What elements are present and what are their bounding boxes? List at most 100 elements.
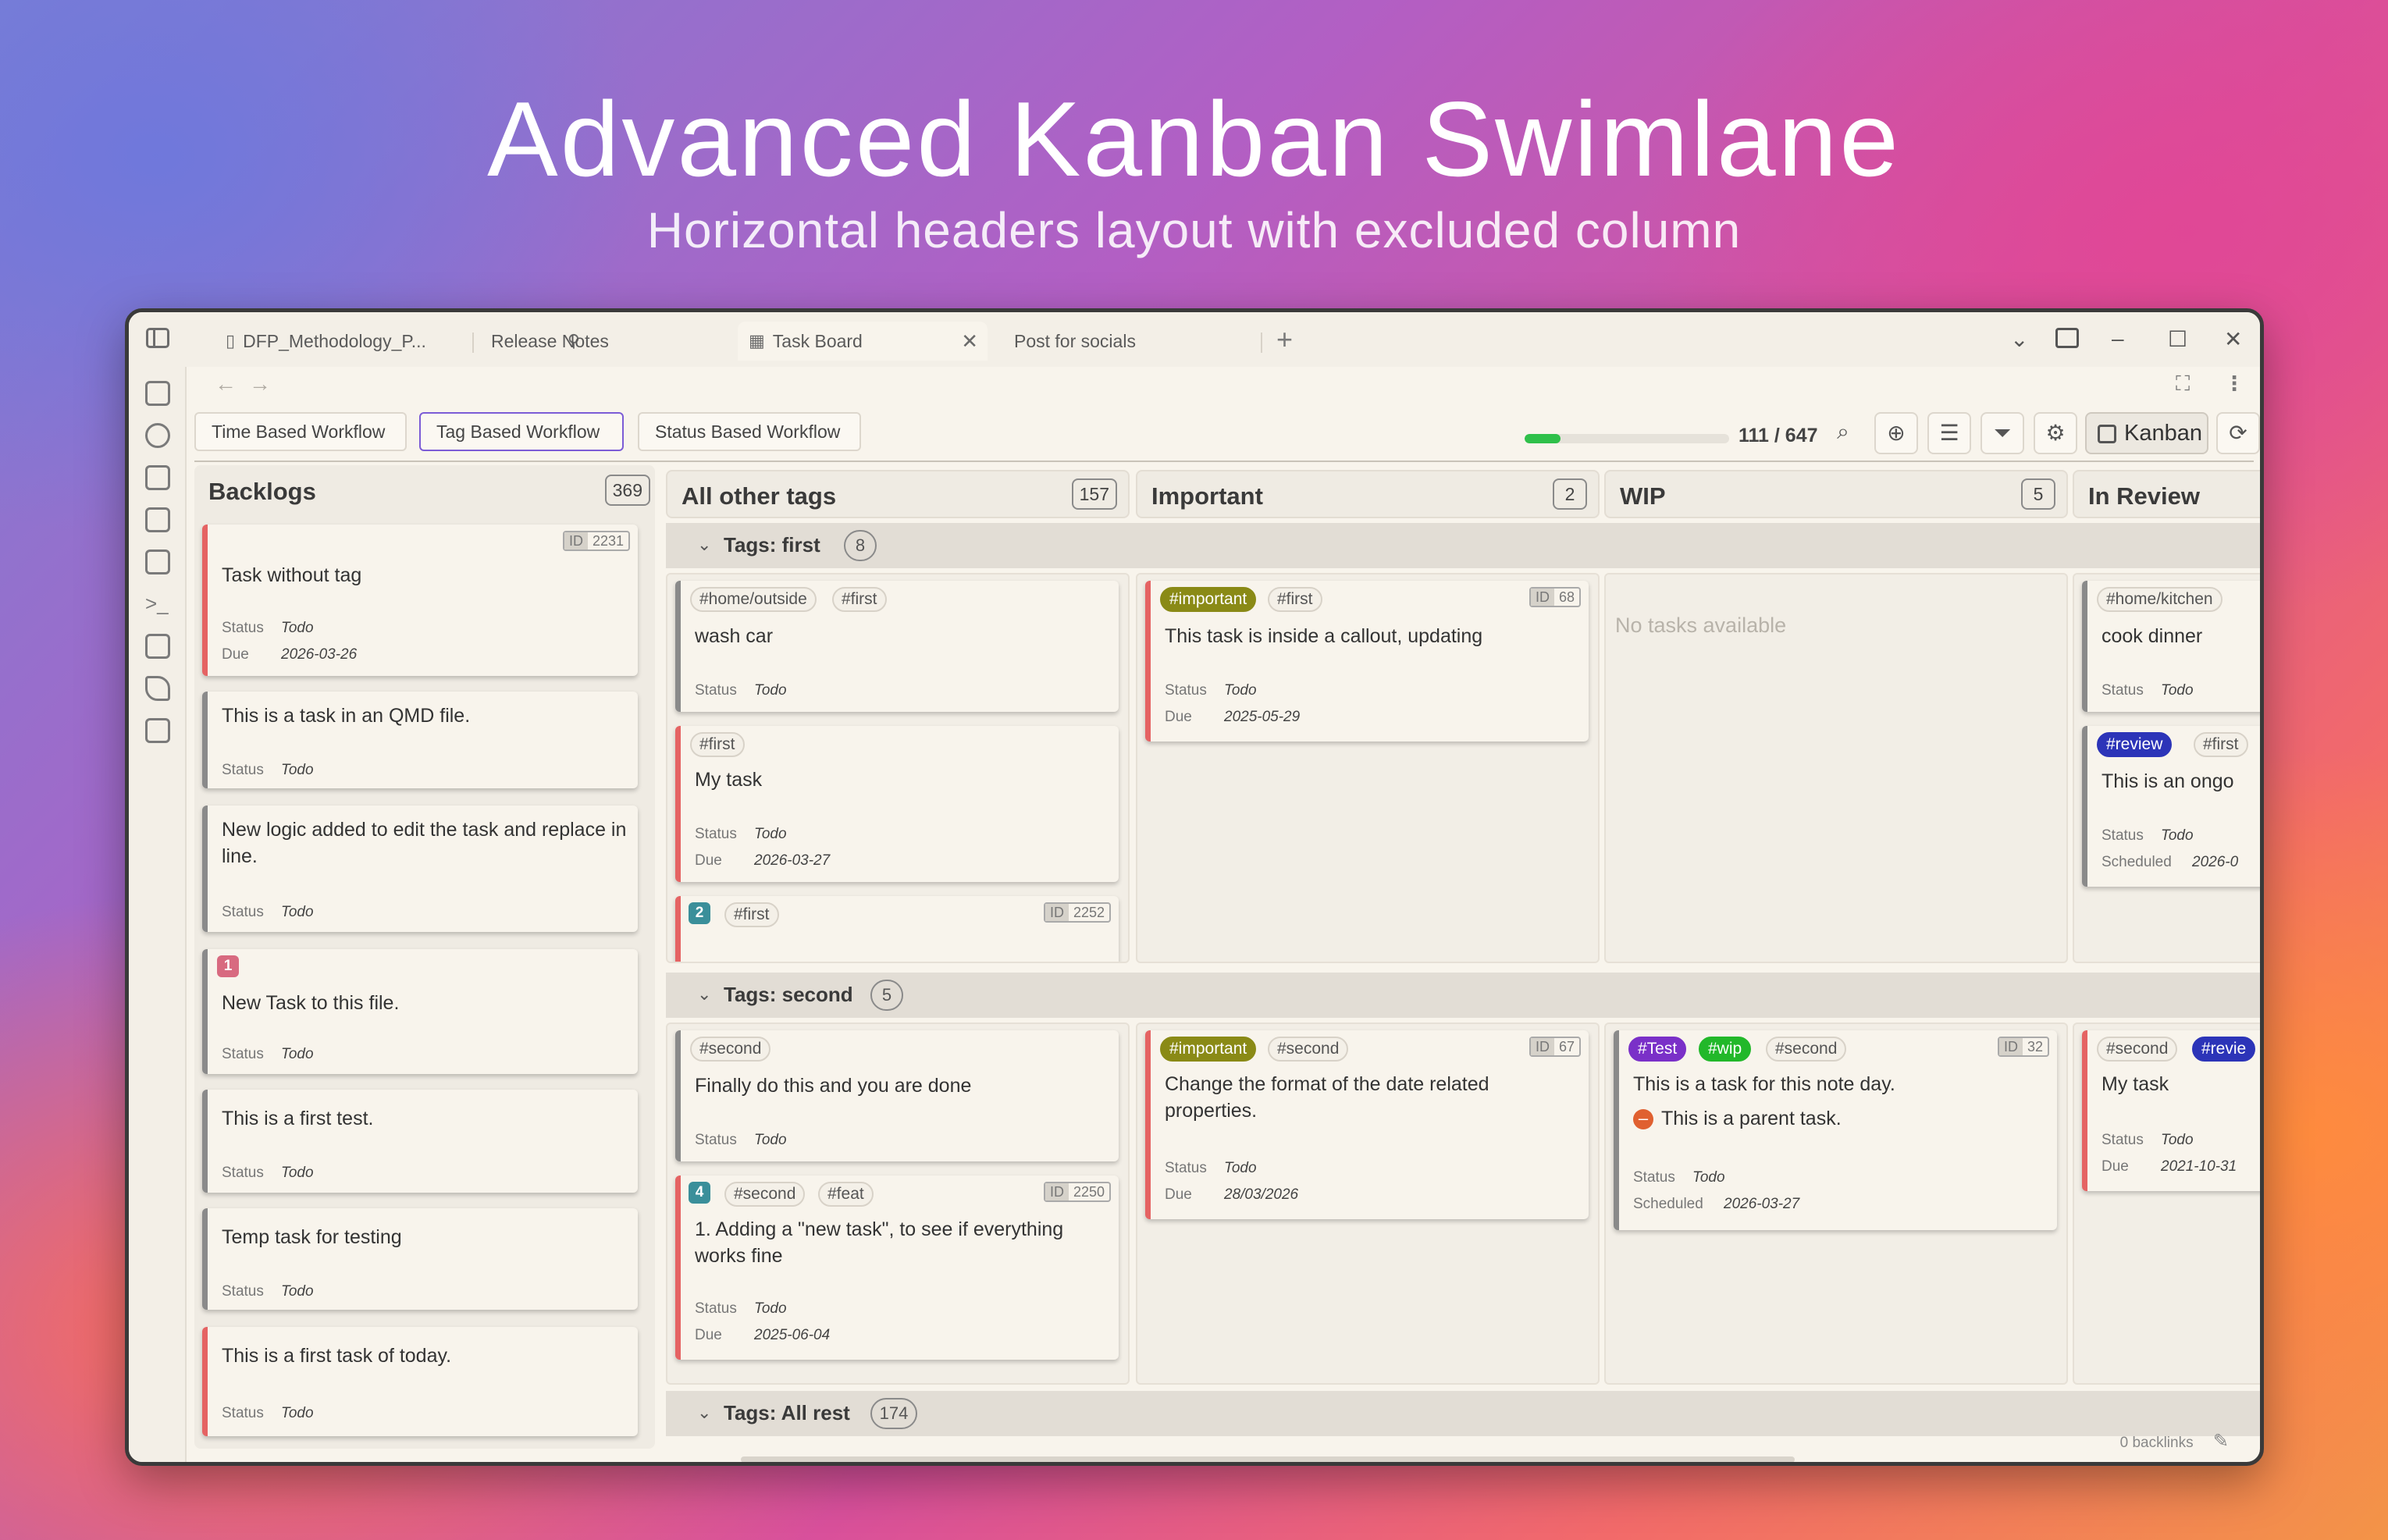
- maximize-icon[interactable]: ☐: [2168, 326, 2187, 352]
- task-status: Status Todo: [695, 1132, 787, 1148]
- task-card[interactable]: 1 New Task to this file. Status Todo: [202, 949, 638, 1074]
- tag-chip[interactable]: #revie: [2192, 1037, 2256, 1062]
- task-title: New Task to this file.: [222, 992, 400, 1014]
- settings-icon[interactable]: ⚙: [2034, 412, 2077, 454]
- forward-arrow-icon[interactable]: →: [249, 372, 271, 397]
- tag-chip[interactable]: #home/kitchen: [2097, 587, 2223, 612]
- task-status: Status Todo: [2102, 682, 2194, 699]
- tag-chip[interactable]: #Test: [1628, 1037, 1687, 1062]
- edit-icon[interactable]: ✎: [2213, 1431, 2229, 1452]
- list-icon[interactable]: [145, 634, 170, 659]
- tag-chip[interactable]: #important: [1160, 1037, 1257, 1062]
- task-card[interactable]: #home/outside #first wash car Status Todo: [675, 581, 1119, 712]
- close-icon[interactable]: ✕: [961, 329, 978, 354]
- table-icon[interactable]: [145, 718, 170, 743]
- task-card[interactable]: #first My task Status Todo Due 2026-03-27: [675, 726, 1119, 882]
- time-based-workflow-button[interactable]: Time Based Workflow: [194, 412, 407, 451]
- tag-chip[interactable]: #first: [832, 587, 887, 612]
- tag-chip[interactable]: #important: [1160, 587, 1257, 612]
- new-tab-icon[interactable]: +: [1276, 323, 1293, 356]
- progress-count: 111 / 647: [1739, 425, 1818, 446]
- priority-badge: 4: [689, 1182, 710, 1204]
- tag-chip[interactable]: #wip: [1699, 1037, 1752, 1062]
- tag-chip[interactable]: #second: [1268, 1037, 1349, 1062]
- task-card[interactable]: This is a task in an QMD file. Status Tod…: [202, 692, 638, 788]
- column-header-in-review: In Review: [2073, 470, 2260, 518]
- swimlane-header-second[interactable]: ⌄ Tags: second 5: [666, 973, 2260, 1018]
- task-status: Status Todo: [1165, 682, 1257, 699]
- lane-count-badge: 8: [844, 530, 877, 561]
- add-task-icon[interactable]: ⊕: [1874, 412, 1918, 454]
- task-status: Status Todo: [2102, 827, 2194, 844]
- file-icon[interactable]: [145, 381, 170, 406]
- task-id-badge: ID 32: [1997, 1037, 2049, 1057]
- tag-chip[interactable]: #second: [690, 1037, 771, 1062]
- task-card[interactable]: #second Finally do this and you are done…: [675, 1030, 1119, 1161]
- task-title: My task: [2102, 1073, 2169, 1095]
- close-window-icon[interactable]: ✕: [2224, 326, 2242, 352]
- task-card[interactable]: #important #second ID 67 Change the forma…: [1145, 1030, 1589, 1219]
- tab-task-board[interactable]: ▦ Task Board ✕: [738, 322, 988, 361]
- tag-chip[interactable]: #first: [724, 902, 779, 927]
- hero-subtitle: Horizontal headers layout with excluded …: [646, 202, 1742, 258]
- layout-icon[interactable]: [2055, 328, 2079, 348]
- lane-count-badge: 174: [870, 1398, 917, 1429]
- tag-chip[interactable]: #first: [690, 732, 745, 757]
- task-card[interactable]: Temp task for testing Status Todo: [202, 1208, 638, 1310]
- task-title: This is a task in an QMD file.: [222, 705, 471, 727]
- task-card[interactable]: This is a first test. Status Todo: [202, 1090, 638, 1193]
- tag-chip[interactable]: #second: [2097, 1037, 2178, 1062]
- tag-chip[interactable]: #second: [724, 1182, 806, 1207]
- task-status: Status Todo: [222, 620, 314, 636]
- swimlane-header-all-rest[interactable]: ⌄ Tags: All rest 174: [666, 1391, 2260, 1436]
- search-icon[interactable]: ⌕: [1821, 412, 1865, 454]
- tag-chip[interactable]: #home/outside: [690, 587, 817, 612]
- swimlane-header-first[interactable]: ⌄ Tags: first 8: [666, 523, 2260, 568]
- tag-based-workflow-button[interactable]: Tag Based Workflow: [419, 412, 624, 451]
- back-arrow-icon[interactable]: ←: [215, 372, 237, 397]
- scan-icon[interactable]: ⛶: [2176, 372, 2190, 397]
- task-card[interactable]: #review #first This is an ongo Status Tod…: [2082, 726, 2260, 887]
- chevron-down-icon[interactable]: ⌄: [697, 1403, 711, 1423]
- task-card[interactable]: #Test #wip #second ID 32 This is a task f…: [1614, 1030, 2057, 1230]
- kanban-view-button[interactable]: Kanban: [2085, 412, 2208, 454]
- pen-icon[interactable]: [145, 676, 170, 701]
- calendar-icon[interactable]: [145, 507, 170, 532]
- more-options-icon[interactable]: ⋮: [2224, 372, 2244, 396]
- horizontal-scrollbar[interactable]: [741, 1456, 1795, 1462]
- task-card[interactable]: #second #revie My task Status Todo Due 202…: [2082, 1030, 2260, 1191]
- status-based-workflow-button[interactable]: Status Based Workflow: [638, 412, 861, 451]
- terminal-icon[interactable]: >_: [145, 592, 170, 617]
- task-card[interactable]: This is a first task of today. Status Tod…: [202, 1327, 638, 1436]
- tab-post-for-socials[interactable]: Post for socials: [1003, 322, 1269, 361]
- task-status: Status Todo: [1165, 1160, 1257, 1176]
- list-view-icon[interactable]: ☰: [1927, 412, 1971, 454]
- task-card[interactable]: #important #first ID 68 This task is insi…: [1145, 581, 1589, 742]
- graph-icon[interactable]: [145, 423, 170, 448]
- tag-chip[interactable]: #review: [2097, 732, 2173, 757]
- sidebar-toggle-icon[interactable]: [146, 328, 169, 348]
- tag-chip[interactable]: #first: [1268, 587, 1322, 612]
- task-card[interactable]: New logic added to edit the task and rep…: [202, 806, 638, 932]
- task-due: Due 28/03/2026: [1165, 1186, 1299, 1203]
- refresh-icon[interactable]: ⟳: [2216, 412, 2260, 454]
- task-title: This is a task for this note day.: [1633, 1073, 1895, 1095]
- minimize-icon[interactable]: –: [2112, 326, 2124, 351]
- chevron-down-icon[interactable]: ⌄: [697, 535, 711, 555]
- tag-chip[interactable]: #first: [2194, 732, 2248, 757]
- lane-cell: No tasks available: [1604, 573, 2068, 963]
- lane-count-badge: 5: [870, 980, 903, 1011]
- task-card[interactable]: 4 #second #feat ID 2250 1. Adding a "new …: [675, 1175, 1119, 1360]
- task-card[interactable]: #home/kitchen cook dinner Status Todo: [2082, 581, 2260, 712]
- task-card[interactable]: ID 2231 Task without tag Status Todo Due 20…: [202, 525, 638, 676]
- copy-icon[interactable]: [145, 549, 170, 574]
- tag-chip[interactable]: #feat: [818, 1182, 874, 1207]
- column-count-badge: 369: [604, 475, 650, 506]
- task-card[interactable]: 2 #first ID 2252: [675, 896, 1119, 962]
- chevron-down-icon[interactable]: ⌄: [697, 984, 711, 1005]
- filter-icon[interactable]: ⏷: [1981, 412, 2024, 454]
- task-due: Due 2026-03-26: [222, 646, 358, 663]
- grid-icon[interactable]: [145, 465, 170, 490]
- tag-chip[interactable]: #second: [1766, 1037, 1847, 1062]
- chevron-down-icon[interactable]: ⌄: [2010, 326, 2028, 352]
